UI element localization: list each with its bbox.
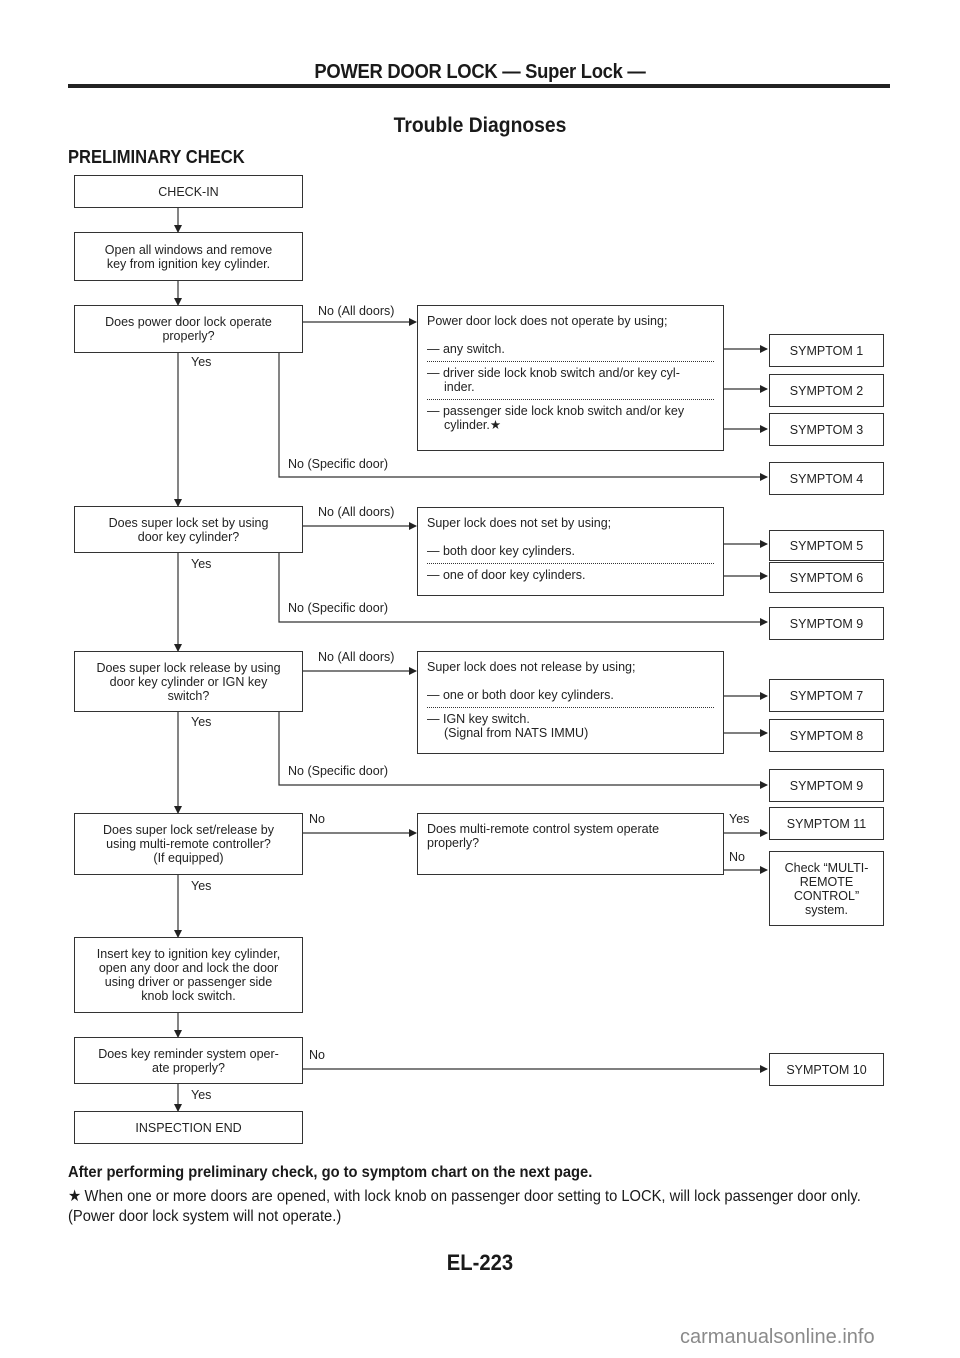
check-in-box: CHECK-IN <box>74 175 303 208</box>
open-windows-box: Open all windows and remove key from ign… <box>74 232 303 281</box>
label-no-q4: No <box>309 812 325 826</box>
label-yes-q3: Yes <box>191 715 212 729</box>
label-yes-q2: Yes <box>191 557 212 571</box>
star-note-text: When one or more doors are opened, with … <box>68 1188 861 1225</box>
watermark: carmanualsonline.info <box>680 1326 875 1348</box>
dotted-separator <box>427 399 714 400</box>
star-icon: ★ <box>68 1188 82 1205</box>
symptom-2-box[interactable]: SYMPTOM 2 <box>769 374 884 407</box>
symptom-7-box[interactable]: SYMPTOM 7 <box>769 679 884 712</box>
symptom-9-box-2[interactable]: SYMPTOM 9 <box>769 769 884 802</box>
detail-super-lock-set: Super lock does not set by using; — both… <box>417 507 724 596</box>
label-no-all-q1: No (All doors) <box>318 304 395 318</box>
symptom-5-box[interactable]: SYMPTOM 5 <box>769 530 884 561</box>
symptom-11-box[interactable]: SYMPTOM 11 <box>769 807 884 840</box>
label-yes-q4: Yes <box>191 879 212 893</box>
label-no-specific-q1: No (Specific door) <box>288 457 389 471</box>
question-power-door-lock: Does power door lock operate properly? <box>74 305 303 353</box>
label-no-all-q3: No (All doors) <box>318 650 395 664</box>
dotted-separator <box>427 563 714 564</box>
question-super-lock-set: Does super lock set by using door key cy… <box>74 506 303 553</box>
question-multi-remote: Does super lock set/release by using mul… <box>74 813 303 875</box>
label-yes-q5: Yes <box>191 1088 212 1102</box>
insert-key-box: Insert key to ignition key cylinder, ope… <box>74 937 303 1013</box>
label-no-detail4: No <box>729 850 745 864</box>
inspection-end-box: INSPECTION END <box>74 1111 303 1144</box>
label-yes-q1: Yes <box>191 355 212 369</box>
label-no-specific-q2: No (Specific door) <box>288 601 389 615</box>
symptom-9-box[interactable]: SYMPTOM 9 <box>769 607 884 640</box>
dotted-separator <box>427 707 714 708</box>
detail-multi-remote: Does multi-remote control system operate… <box>417 813 724 875</box>
star-note: ★ When one or more doors are opened, with… <box>68 1187 896 1227</box>
symptom-4-box[interactable]: SYMPTOM 4 <box>769 462 884 495</box>
check-multi-remote-box[interactable]: Check “MULTI- REMOTE CONTROL” system. <box>769 851 884 926</box>
symptom-6-box[interactable]: SYMPTOM 6 <box>769 562 884 593</box>
page-number: EL-223 <box>446 1250 514 1275</box>
symptom-8-box[interactable]: SYMPTOM 8 <box>769 719 884 752</box>
instruction-note: After performing preliminary check, go t… <box>68 1164 593 1181</box>
label-no-all-q2: No (All doors) <box>318 505 395 519</box>
label-no-q5: No <box>309 1048 325 1062</box>
detail-power-door-lock: Power door lock does not operate by usin… <box>417 305 724 451</box>
label-yes-detail4: Yes <box>729 812 750 826</box>
question-super-lock-release: Does super lock release by using door ke… <box>74 651 303 712</box>
label-no-specific-q3: No (Specific door) <box>288 764 389 778</box>
symptom-10-box[interactable]: SYMPTOM 10 <box>769 1053 884 1086</box>
detail-super-lock-release: Super lock does not release by using; — … <box>417 651 724 754</box>
dotted-separator <box>427 361 714 362</box>
question-key-reminder: Does key reminder system oper- ate prope… <box>74 1037 303 1084</box>
symptom-3-box[interactable]: SYMPTOM 3 <box>769 413 884 446</box>
symptom-1-box[interactable]: SYMPTOM 1 <box>769 334 884 367</box>
